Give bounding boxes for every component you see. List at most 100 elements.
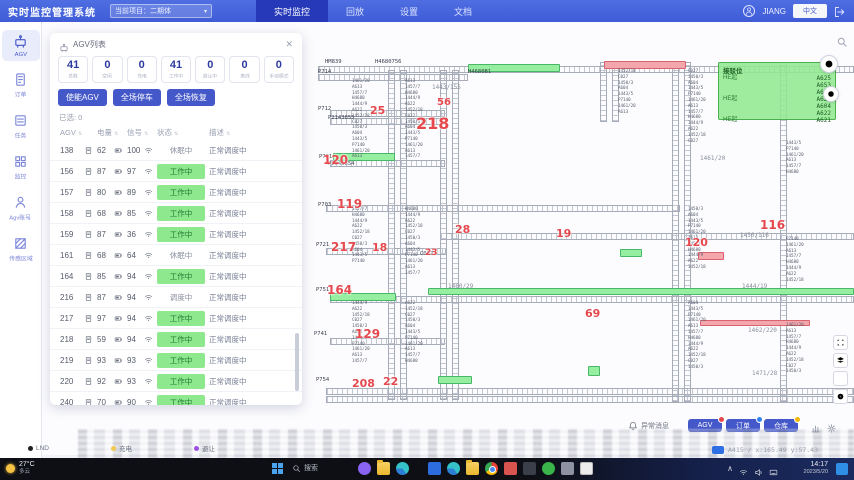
logout-icon[interactable] — [834, 5, 846, 17]
signal-value: 94 — [127, 314, 144, 323]
table-row[interactable]: 1568797工作中正常调度中 — [50, 161, 302, 182]
sidebar-item-Agv账号[interactable]: Agv账号 — [2, 191, 40, 225]
graybox-icon[interactable] — [561, 462, 574, 475]
table-row[interactable]: 2168794调度中正常调度中 — [50, 287, 302, 308]
sidebar-item-label: 监控 — [15, 172, 27, 181]
wifi-icon[interactable] — [739, 464, 748, 473]
start-button[interactable] — [272, 463, 283, 474]
agv-count-label: 208 — [352, 377, 375, 390]
stat-box: 0避让中 — [195, 56, 225, 83]
battery-icon — [114, 251, 123, 260]
docking-station-row: A624 — [723, 89, 831, 96]
table-row[interactable]: 2209293工作中正常调度中 — [50, 371, 302, 392]
station-label: P721 — [316, 242, 329, 248]
table-row[interactable]: 1586885工作中正常调度中 — [50, 203, 302, 224]
status-badge: 休眠中 — [157, 145, 205, 156]
sidebar-item-订单[interactable]: 订单 — [2, 68, 40, 102]
grid-icon — [13, 154, 28, 169]
nav-tab-回放[interactable]: 回放 — [328, 0, 382, 22]
taskbar-search[interactable]: 搜索 — [292, 463, 318, 473]
map-control-expand[interactable] — [833, 335, 848, 350]
station-label: H4680756 — [375, 59, 402, 65]
notification-center-button[interactable] — [836, 463, 848, 475]
status-badge: 工作中 — [157, 332, 205, 347]
shield-icon[interactable] — [504, 462, 517, 475]
edge-icon[interactable] — [396, 462, 409, 475]
stat-label: 避让中 — [203, 72, 217, 79]
taskbar-weather[interactable]: 27°C 多云 — [6, 461, 35, 475]
battery-icon — [114, 335, 123, 344]
panel-actions: 使能AGV 全场停车全场恢复 — [50, 83, 302, 106]
taskbar-clock[interactable]: 14:17 2023/5/20 — [804, 461, 828, 476]
column-header[interactable]: 状态 ⇅ — [157, 127, 209, 138]
action-button-全场恢复[interactable]: 全场恢复 — [167, 89, 215, 106]
status-description: 正常调度中 — [209, 229, 295, 240]
edge-icon[interactable] — [447, 462, 460, 475]
column-header[interactable]: 信号 ⇅ — [127, 127, 144, 138]
folder-icon[interactable] — [377, 462, 390, 475]
sidebar-item-监控[interactable]: 监控 — [2, 150, 40, 184]
table-row[interactable]: 1578089工作中正常调度中 — [50, 182, 302, 203]
chrome-icon[interactable] — [485, 462, 498, 475]
sidebar-item-label: Agv账号 — [10, 213, 32, 222]
action-button-使能AGV[interactable]: 使能AGV — [58, 89, 107, 106]
map-control-layers[interactable] — [833, 353, 848, 368]
map-search-icon[interactable] — [836, 35, 848, 47]
speaker-icon[interactable] — [754, 464, 763, 473]
panel-scrollbar[interactable] — [295, 333, 299, 391]
nav-tab-设置[interactable]: 设置 — [382, 0, 436, 22]
taskbar-open-apps — [428, 462, 593, 475]
battery-icon — [114, 209, 123, 218]
wifi-icon — [144, 398, 153, 406]
notepad-icon[interactable] — [580, 462, 593, 475]
sidebar-item-传感区域[interactable]: 传感区域 — [2, 232, 40, 266]
map-clock-control[interactable] — [820, 55, 838, 73]
table-row[interactable]: 1616864休眠中正常调度中 — [50, 245, 302, 266]
darkbox-icon[interactable] — [523, 462, 536, 475]
stat-box: 41总数 — [58, 56, 88, 83]
map-control-list[interactable] — [833, 371, 848, 386]
signal-value: 100 — [127, 146, 144, 155]
battery-value: 87 — [97, 293, 114, 302]
table-row[interactable]: 2407090工作中正常调度中 — [50, 392, 302, 405]
column-header[interactable]: AGV ⇅ — [60, 128, 84, 137]
tray-expand-icon[interactable]: ∧ — [727, 465, 733, 473]
column-header[interactable]: 描述 ⇅ — [209, 127, 295, 138]
close-icon[interactable]: ✕ — [285, 40, 293, 49]
nav-tab-实时监控[interactable]: 实时监控 — [256, 0, 328, 22]
table-row[interactable]: 1648594工作中正常调度中 — [50, 266, 302, 287]
sidebar: AGV 订单任务监控 Agv账号传感区域 — [0, 22, 42, 458]
track-segment — [388, 70, 395, 400]
status-badge: 工作中 — [157, 395, 205, 406]
table-row[interactable]: 13862100休眠中正常调度中 — [50, 140, 302, 161]
track-segment — [672, 62, 679, 402]
user-icon — [743, 5, 755, 17]
table-row[interactable]: 2199393工作中正常调度中 — [50, 350, 302, 371]
nav-tab-文档[interactable]: 文档 — [436, 0, 490, 22]
map-control-target[interactable] — [833, 389, 848, 404]
action-button-全场停车[interactable]: 全场停车 — [113, 89, 161, 106]
table-row[interactable]: 1598736工作中正常调度中 — [50, 224, 302, 245]
selected-count: 已选: 0 — [50, 106, 302, 125]
column-header[interactable]: 电量 ⇅ — [97, 127, 114, 138]
table-row[interactable]: 2179794工作中正常调度中 — [50, 308, 302, 329]
greendot-icon[interactable] — [542, 462, 555, 475]
stat-label: 空闲 — [103, 72, 113, 79]
agv-id: 217 — [60, 314, 84, 323]
folder-icon[interactable] — [466, 462, 479, 475]
sidebar-item-任务[interactable]: 任务 — [2, 109, 40, 143]
keyboard-icon[interactable] — [769, 464, 778, 473]
battery-icon — [114, 293, 123, 302]
chevron-down-icon: ▾ — [204, 8, 207, 15]
bluebox-icon[interactable] — [428, 462, 441, 475]
station-label-cluster: 1457/7H46801444/9A6221452/18C0271450/3A6… — [352, 206, 388, 264]
rocket-icon[interactable] — [358, 462, 371, 475]
table-row[interactable]: 2185994工作中正常调度中 — [50, 329, 302, 350]
status-badge: 工作中 — [157, 206, 205, 221]
sidebar-item-AGV[interactable]: AGV — [2, 30, 40, 61]
project-select[interactable]: 当前项目：二期体 ▾ — [110, 4, 212, 18]
language-button[interactable]: 中文 — [793, 4, 827, 18]
battery-icon — [114, 356, 123, 365]
map-compass-control[interactable] — [823, 86, 839, 102]
stat-label: 工作中 — [169, 72, 183, 79]
